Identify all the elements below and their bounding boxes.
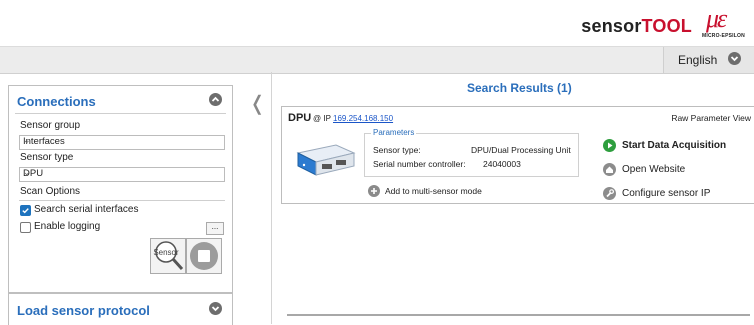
stop-button[interactable] — [186, 238, 222, 274]
search-results-title: Search Results (1) — [467, 81, 572, 95]
chevron-down-icon: ⌄ — [23, 135, 31, 145]
device-card: DPU @ IP 169.254.168.150 Raw Parameter V… — [281, 106, 754, 204]
device-ip: @ IP 169.254.168.150 — [313, 114, 393, 123]
add-multi-sensor-label: Add to multi-sensor mode — [385, 186, 482, 196]
panel-splitter[interactable] — [271, 72, 272, 324]
svg-text:Sensor: Sensor — [153, 248, 179, 257]
sensor-search-icon: Sensor — [153, 241, 184, 271]
chevron-up-icon[interactable] — [209, 93, 222, 106]
plus-icon — [368, 185, 380, 197]
logo-mark: μɛ — [706, 4, 727, 33]
stop-icon — [190, 242, 218, 270]
sensor-type-key: Sensor type: — [373, 145, 421, 155]
divider — [15, 113, 226, 114]
ip-link[interactable]: 169.254.168.150 — [333, 114, 393, 123]
enable-logging-checkbox[interactable] — [20, 222, 31, 233]
logging-options-button[interactable]: ... — [206, 222, 224, 235]
chevron-down-icon[interactable] — [209, 302, 222, 315]
play-icon — [603, 139, 616, 152]
sensor-type-label: Sensor type — [20, 152, 74, 163]
chevron-down-icon: ⌄ — [23, 167, 31, 177]
sensor-type-select[interactable]: DPU ⌄ — [19, 167, 225, 182]
search-serial-checkbox[interactable] — [20, 205, 31, 216]
brand-prefix: sensor — [581, 16, 642, 36]
ip-prefix: @ IP — [313, 114, 331, 123]
configure-sensor-ip-label: Configure sensor IP — [622, 188, 711, 199]
divider — [19, 200, 225, 201]
language-bar: English — [0, 46, 754, 74]
start-acquisition-label: Start Data Acquisition — [622, 140, 727, 151]
connections-title: Connections — [17, 94, 96, 109]
open-website-label: Open Website — [622, 164, 686, 175]
search-serial-label: Search serial interfaces — [34, 204, 139, 215]
connections-panel: Connections Sensor group Interfaces ⌄ Se… — [8, 85, 233, 293]
sensor-type-value: DPU/Dual Processing Unit — [471, 145, 571, 155]
enable-logging-label: Enable logging — [34, 221, 101, 232]
sensor-group-label: Sensor group — [20, 120, 81, 131]
horizontal-scrollbar[interactable] — [287, 314, 750, 316]
parameters-group: Parameters Sensor type: DPU/Dual Process… — [364, 128, 579, 177]
logo-text: MICRO-EPSILON — [702, 33, 745, 39]
app-brand: sensorTOOL — [581, 16, 692, 37]
parameters-title: Parameters — [371, 128, 417, 137]
language-select[interactable]: English — [663, 47, 754, 73]
raw-parameter-view-link[interactable]: Raw Parameter View — [671, 113, 751, 123]
app-header: sensorTOOL μɛ MICRO-EPSILON — [0, 0, 754, 46]
language-value: English — [678, 53, 718, 67]
sensor-group-select[interactable]: Interfaces ⌄ — [19, 135, 225, 150]
home-icon — [603, 163, 616, 176]
scan-sensor-button[interactable]: Sensor — [150, 238, 186, 274]
wrench-icon — [603, 187, 616, 200]
load-protocol-title: Load sensor protocol — [17, 303, 150, 318]
serial-number-value: 24040003 — [483, 159, 521, 169]
micro-epsilon-logo: μɛ MICRO-EPSILON — [700, 4, 748, 42]
brand-suffix: TOOL — [641, 16, 692, 36]
chevron-down-icon — [728, 52, 741, 65]
collapse-panel-icon[interactable]: ❬ — [249, 91, 266, 116]
dpu-device-icon — [296, 144, 356, 176]
serial-number-key: Serial number controller: — [373, 159, 466, 169]
device-name: DPU — [288, 112, 312, 124]
scan-options-label: Scan Options — [20, 186, 81, 197]
load-protocol-panel[interactable]: Load sensor protocol — [8, 293, 233, 325]
